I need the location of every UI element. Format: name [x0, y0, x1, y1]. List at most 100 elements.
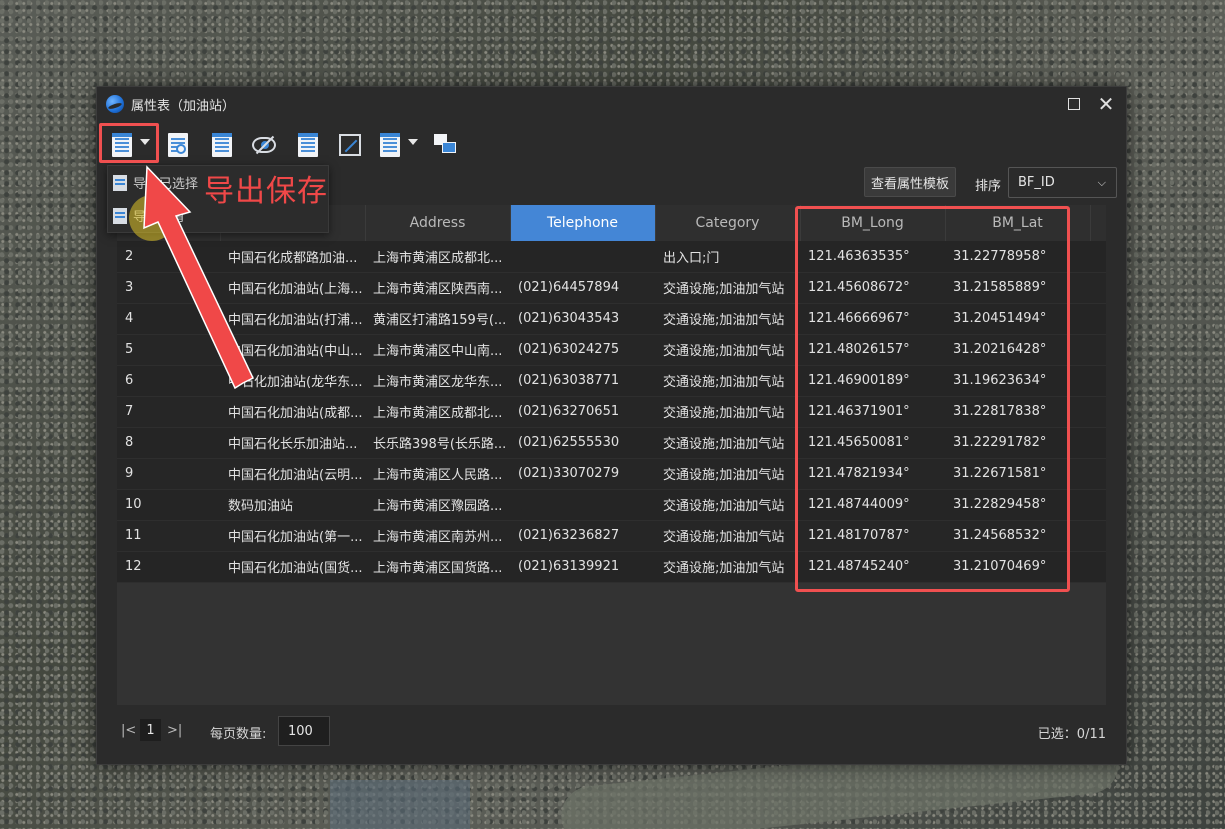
sort-label: 排序	[975, 179, 1002, 194]
document-edit-icon	[212, 133, 232, 157]
cell-id[interactable]: 7	[117, 396, 220, 428]
cell-telephone[interactable]: (021)62555530	[510, 427, 655, 459]
cell-address[interactable]: 上海市黄浦区成都北...	[365, 241, 510, 273]
cell-name[interactable]: 中国石化加油站(云明...	[220, 458, 365, 490]
cell-spacer	[1090, 334, 1106, 366]
cell-category[interactable]: 交通设施;加油加气站	[655, 272, 800, 304]
cell-category[interactable]: 交通设施;加油加气站	[655, 489, 800, 521]
column-header-spacer	[1090, 205, 1106, 241]
cell-category[interactable]: 交通设施;加油加气站	[655, 427, 800, 459]
cell-spacer	[1090, 396, 1106, 428]
zoom-to-selection-button[interactable]	[337, 131, 363, 159]
cell-id[interactable]: 2	[117, 241, 220, 273]
selected-count: 已选：0/11	[1037, 727, 1106, 742]
first-page-icon[interactable]: |<	[121, 723, 136, 738]
chevron-down-icon: ⌵	[1097, 176, 1106, 189]
cell-id[interactable]: 4	[117, 303, 220, 335]
switch-selection-button[interactable]	[433, 131, 459, 159]
cell-name[interactable]: 中国石化长乐加油站...	[220, 427, 365, 459]
last-page-icon[interactable]: >|	[167, 723, 182, 738]
cell-name[interactable]: 数码加油站	[220, 489, 365, 521]
cell-address[interactable]: 上海市黄浦区南苏州...	[365, 520, 510, 552]
cell-address[interactable]: 上海市黄浦区中山南...	[365, 334, 510, 366]
cell-spacer	[1090, 272, 1106, 304]
cell-address[interactable]: 长乐路398号(长乐路...	[365, 427, 510, 459]
cell-spacer	[1090, 520, 1106, 552]
cell-id[interactable]: 3	[117, 272, 220, 304]
cell-telephone[interactable]: (021)64457894	[510, 272, 655, 304]
cell-telephone[interactable]	[510, 241, 655, 273]
cell-category[interactable]: 交通设施;加油加气站	[655, 303, 800, 335]
cell-id[interactable]: 6	[117, 365, 220, 397]
export-button-highlight	[99, 123, 159, 163]
cell-category[interactable]: 交通设施;加油加气站	[655, 334, 800, 366]
find-record-button[interactable]	[165, 131, 191, 159]
cell-spacer	[1090, 241, 1106, 273]
cell-address[interactable]: 黄浦区打浦路159号(...	[365, 303, 510, 335]
zoom-selection-icon	[339, 134, 361, 156]
annotation-label: 导出保存	[204, 174, 328, 209]
cell-id[interactable]: 10	[117, 489, 220, 521]
close-button[interactable]: ✕	[1096, 92, 1116, 116]
cell-address[interactable]: 上海市黄浦区国货路...	[365, 551, 510, 583]
column-header-address[interactable]: Address	[365, 205, 511, 241]
sort-field-select[interactable]: BF_ID ⌵	[1008, 167, 1117, 198]
window-title: 属性表（加油站）	[131, 98, 236, 114]
cell-name[interactable]: 中国石化加油站(成都...	[220, 396, 365, 428]
cell-category[interactable]: 交通设施;加油加气站	[655, 458, 800, 490]
current-page[interactable]: 1	[140, 719, 161, 741]
cell-telephone[interactable]: (021)63236827	[510, 520, 655, 552]
field-menu-button[interactable]	[377, 131, 403, 159]
cell-spacer	[1090, 551, 1106, 583]
cell-telephone[interactable]: (021)33070279	[510, 458, 655, 490]
cell-category[interactable]: 交通设施;加油加气站	[655, 520, 800, 552]
cell-id[interactable]: 9	[117, 458, 220, 490]
cell-category[interactable]: 交通设施;加油加气站	[655, 396, 800, 428]
cell-address[interactable]: 上海市黄浦区人民路...	[365, 458, 510, 490]
maximize-button[interactable]	[1064, 94, 1084, 114]
cell-spacer	[1090, 365, 1106, 397]
cell-telephone[interactable]: (021)63024275	[510, 334, 655, 366]
cell-id[interactable]: 5	[117, 334, 220, 366]
table-footer: |< 1 >| 每页数量: 100 已选：0/11	[97, 702, 1126, 764]
document-locate-icon	[298, 133, 318, 157]
app-logo-icon	[106, 95, 124, 113]
cell-telephone[interactable]: (021)63043543	[510, 303, 655, 335]
cell-telephone[interactable]	[510, 489, 655, 521]
cell-telephone[interactable]: (021)63270651	[510, 396, 655, 428]
column-header-category[interactable]: Category	[655, 205, 801, 241]
cell-category[interactable]: 交通设施;加油加气站	[655, 365, 800, 397]
column-header-telephone[interactable]: Telephone	[510, 205, 656, 241]
locate-record-button[interactable]	[295, 131, 321, 159]
cell-category[interactable]: 交通设施;加油加气站	[655, 551, 800, 583]
cell-address[interactable]: 上海市黄浦区成都北...	[365, 396, 510, 428]
cell-name[interactable]: 中国石化成都路加油...	[220, 241, 365, 273]
cell-name[interactable]: 中国石化加油站(国货...	[220, 551, 365, 583]
cell-name[interactable]: 中国石化加油站(打浦...	[220, 303, 365, 335]
cell-id[interactable]: 8	[117, 427, 220, 459]
edit-record-button[interactable]	[209, 131, 235, 159]
cell-name[interactable]: 中石化加油站(龙华东...	[220, 365, 365, 397]
field-menu-caret-icon[interactable]	[408, 139, 418, 145]
page-size-input[interactable]: 100	[278, 716, 330, 746]
cell-name[interactable]: 中国石化加油站(上海...	[220, 272, 365, 304]
cell-telephone[interactable]: (021)63139921	[510, 551, 655, 583]
toggle-visibility-button[interactable]	[251, 131, 277, 159]
cell-category[interactable]: 出入口;门	[655, 241, 800, 273]
map-area	[330, 780, 470, 829]
cell-id[interactable]: 11	[117, 520, 220, 552]
cell-spacer	[1090, 458, 1106, 490]
view-attribute-template-button[interactable]: 查看属性模板	[864, 167, 956, 197]
cell-address[interactable]: 上海市黄浦区陕西南...	[365, 272, 510, 304]
cell-spacer	[1090, 303, 1106, 335]
mouse-cursor-indicator	[129, 195, 175, 241]
cell-id[interactable]: 12	[117, 551, 220, 583]
maximize-icon	[1068, 98, 1080, 110]
cell-name[interactable]: 中国石化加油站(中山...	[220, 334, 365, 366]
title-bar: 属性表（加油站） ✕	[97, 87, 1126, 121]
cell-telephone[interactable]: (021)63038771	[510, 365, 655, 397]
document-icon	[113, 207, 127, 224]
cell-address[interactable]: 上海市黄浦区豫园路...	[365, 489, 510, 521]
cell-address[interactable]: 上海市黄浦区龙华东...	[365, 365, 510, 397]
cell-name[interactable]: 中国石化加油站(第一...	[220, 520, 365, 552]
